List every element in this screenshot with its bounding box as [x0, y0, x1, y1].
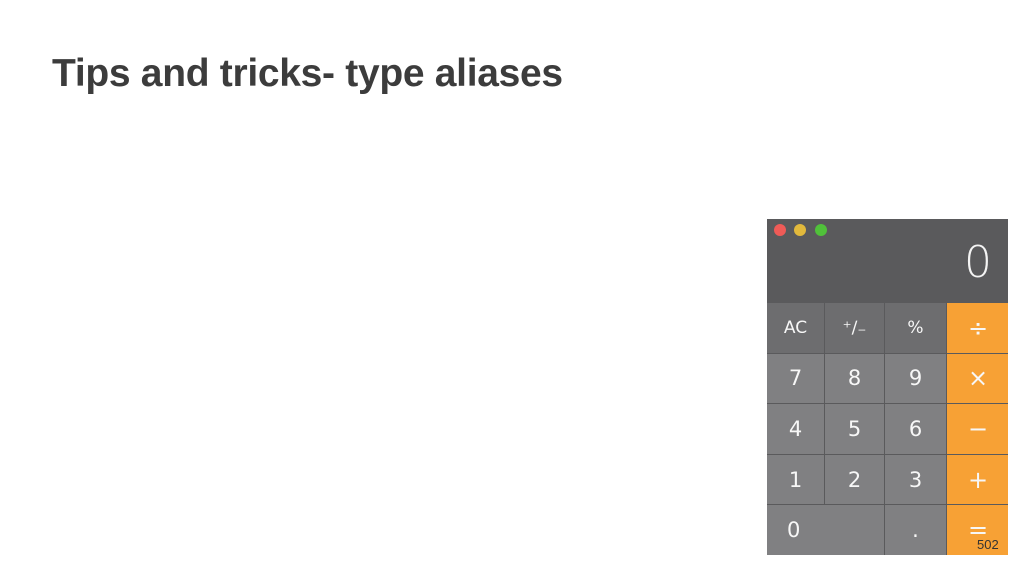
zoom-window-button[interactable] [815, 224, 827, 236]
divide-button[interactable]: ÷ [947, 303, 1008, 353]
add-button[interactable]: + [947, 454, 1008, 505]
slide-title: Tips and tricks- type aliases [52, 52, 563, 95]
digit-5-button[interactable]: 5 [825, 404, 884, 454]
calculator-window: 0 AC ⁺∕₋ % ÷ 7 8 9 × 4 5 6 − 1 2 3 + 0 .… [767, 219, 1008, 555]
calculator-keypad: AC ⁺∕₋ % ÷ 7 8 9 × 4 5 6 − 1 2 3 + 0 . = [767, 303, 1008, 555]
close-window-button[interactable] [774, 224, 786, 236]
all-clear-button[interactable]: AC [767, 303, 824, 353]
calculator-display: 0 [964, 237, 992, 288]
slide-number: 502 [977, 537, 999, 552]
digit-3-button[interactable]: 3 [885, 454, 946, 505]
digit-7-button[interactable]: 7 [767, 353, 824, 404]
percent-button[interactable]: % [885, 303, 946, 353]
decimal-button[interactable]: . [885, 505, 946, 555]
minimize-window-button[interactable] [794, 224, 806, 236]
subtract-button[interactable]: − [947, 404, 1008, 454]
multiply-button[interactable]: × [947, 353, 1008, 404]
digit-8-button[interactable]: 8 [825, 353, 884, 404]
digit-1-button[interactable]: 1 [767, 454, 824, 505]
digit-2-button[interactable]: 2 [825, 454, 884, 505]
digit-9-button[interactable]: 9 [885, 353, 946, 404]
digit-0-button[interactable]: 0 [767, 505, 884, 555]
plus-minus-button[interactable]: ⁺∕₋ [825, 303, 884, 353]
digit-4-button[interactable]: 4 [767, 404, 824, 454]
digit-6-button[interactable]: 6 [885, 404, 946, 454]
